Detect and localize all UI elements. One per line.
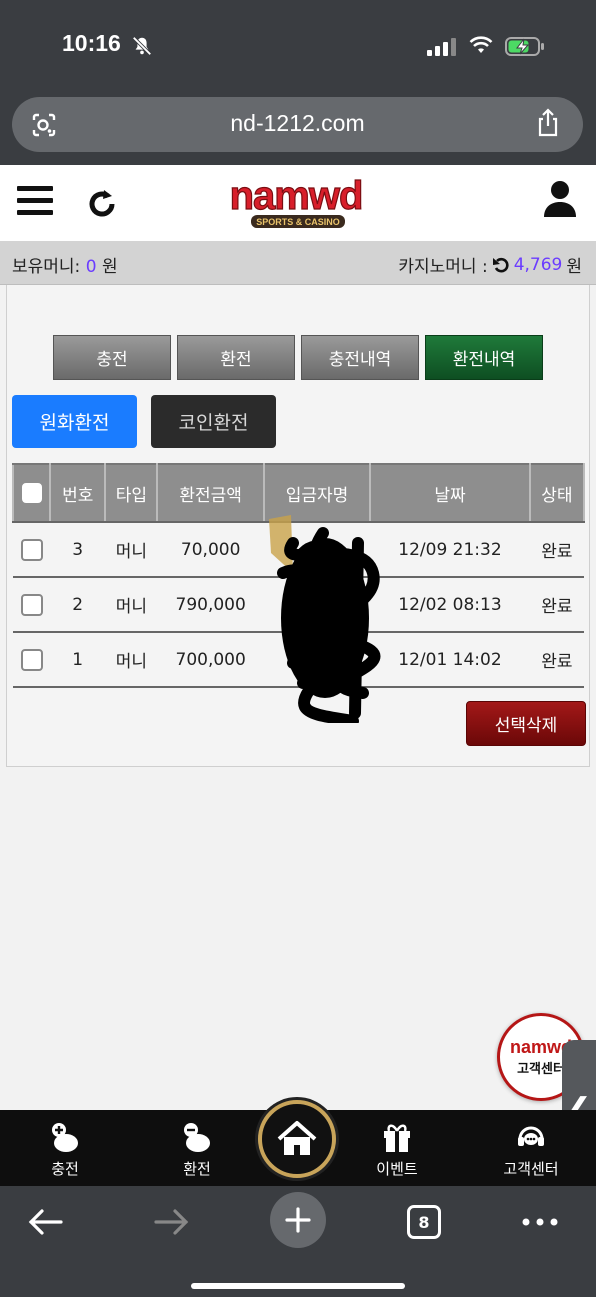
casino-money: 카지노머니 : 4,769 원	[398, 254, 582, 278]
site-header: namwd SPORTS & CASINO	[0, 165, 596, 241]
balance-bar: 보유머니: 0 원 카지노머니 : 4,769 원	[0, 241, 596, 285]
row-checkbox[interactable]	[20, 538, 43, 561]
status-time: 10:16	[62, 30, 121, 56]
nav-home[interactable]	[258, 1100, 336, 1178]
cell-date: 12/01 14:02	[370, 632, 530, 688]
nav-withdraw[interactable]: 환전	[152, 1118, 242, 1179]
header-status: 상태	[528, 463, 586, 523]
withdraw-history-panel: 충전 환전 충전내역 환전내역 원화환전 코인환전 번호 타입 환전금액 입금자…	[6, 285, 590, 767]
cell-status: 완료	[529, 632, 584, 688]
row-checkbox-cell	[13, 522, 51, 578]
tab-switcher-icon[interactable]: 8	[404, 1202, 444, 1242]
holding-money-value: 0	[85, 257, 97, 277]
cell-date: 12/09 21:32	[370, 522, 530, 578]
cell-no: 2	[50, 577, 106, 633]
tab-withdraw-history[interactable]: 환전내역	[425, 335, 543, 380]
cell-status: 완료	[529, 522, 584, 578]
site-logo[interactable]: namwd SPORTS & CASINO	[198, 175, 394, 233]
cell-amount: 70,000	[157, 522, 264, 578]
cell-amount: 790,000	[157, 577, 264, 633]
holding-money: 보유머니: 0 원	[12, 257, 118, 277]
delete-selected-button[interactable]: 선택삭제	[466, 701, 586, 746]
header-no: 번호	[49, 463, 107, 523]
select-all-checkbox[interactable]	[21, 483, 42, 503]
address-bar[interactable]: nd-1212.com	[12, 97, 583, 152]
header-amount: 환전금액	[156, 463, 265, 523]
main-tabs: 충전 환전 충전내역 환전내역	[53, 335, 543, 380]
refresh-icon[interactable]	[85, 187, 119, 221]
browser-bottom-toolbar: 8	[0, 1186, 596, 1297]
forward-arrow-icon[interactable]	[152, 1202, 192, 1242]
nav-events[interactable]: 이벤트	[352, 1118, 442, 1179]
casino-money-value: 4,769	[513, 254, 563, 275]
redaction-scribble	[269, 515, 381, 723]
new-tab-plus-icon[interactable]	[270, 1192, 326, 1248]
select-all-cell	[11, 463, 52, 523]
cell-no: 3	[50, 522, 106, 578]
row-checkbox-cell	[13, 577, 51, 633]
hamburger-menu-icon[interactable]	[17, 186, 53, 218]
piggy-minus-icon	[152, 1118, 242, 1156]
more-options-icon[interactable]	[520, 1202, 560, 1242]
cell-status: 완료	[529, 577, 584, 633]
nav-customer-center[interactable]: 고객센터	[486, 1118, 576, 1179]
home-icon	[277, 1121, 317, 1155]
signal-icon	[427, 36, 456, 56]
cell-no: 1	[50, 632, 106, 688]
cell-date: 12/02 08:13	[370, 577, 530, 633]
row-checkbox-cell	[13, 632, 51, 688]
share-icon[interactable]	[534, 108, 562, 138]
back-arrow-icon[interactable]	[25, 1202, 65, 1242]
reload-icon[interactable]	[492, 256, 510, 274]
nav-deposit[interactable]: 충전	[20, 1118, 110, 1179]
user-icon[interactable]	[542, 179, 578, 219]
row-checkbox[interactable]	[20, 593, 43, 616]
headset-icon	[486, 1118, 576, 1156]
home-indicator	[191, 1283, 405, 1289]
cell-type: 머니	[105, 522, 158, 578]
cs-badge-label: 고객센터	[517, 1062, 565, 1077]
battery-charging-icon	[505, 37, 544, 56]
gift-icon	[352, 1118, 442, 1156]
wifi-icon	[469, 36, 493, 53]
cell-type: 머니	[105, 577, 158, 633]
browser-top-chrome: 10:16 nd-1212.com	[0, 0, 596, 165]
piggy-plus-icon	[20, 1118, 110, 1156]
logo-subtext: SPORTS & CASINO	[256, 217, 340, 227]
tab-withdraw[interactable]: 환전	[177, 335, 295, 380]
bell-off-icon	[132, 36, 152, 56]
tab-deposit-history[interactable]: 충전내역	[301, 335, 419, 380]
svg-text:namwd: namwd	[230, 175, 363, 218]
subtab-coin-withdraw[interactable]: 코인환전	[151, 395, 276, 448]
cell-amount: 700,000	[157, 632, 264, 688]
header-type: 타입	[104, 463, 159, 523]
row-checkbox[interactable]	[20, 648, 43, 671]
subtab-krw-withdraw[interactable]: 원화환전	[12, 395, 137, 448]
tab-deposit[interactable]: 충전	[53, 335, 171, 380]
sub-tabs: 원화환전 코인환전	[12, 395, 276, 448]
cell-type: 머니	[105, 632, 158, 688]
header-date: 날짜	[369, 463, 531, 523]
url-text: nd-1212.com	[230, 110, 365, 136]
